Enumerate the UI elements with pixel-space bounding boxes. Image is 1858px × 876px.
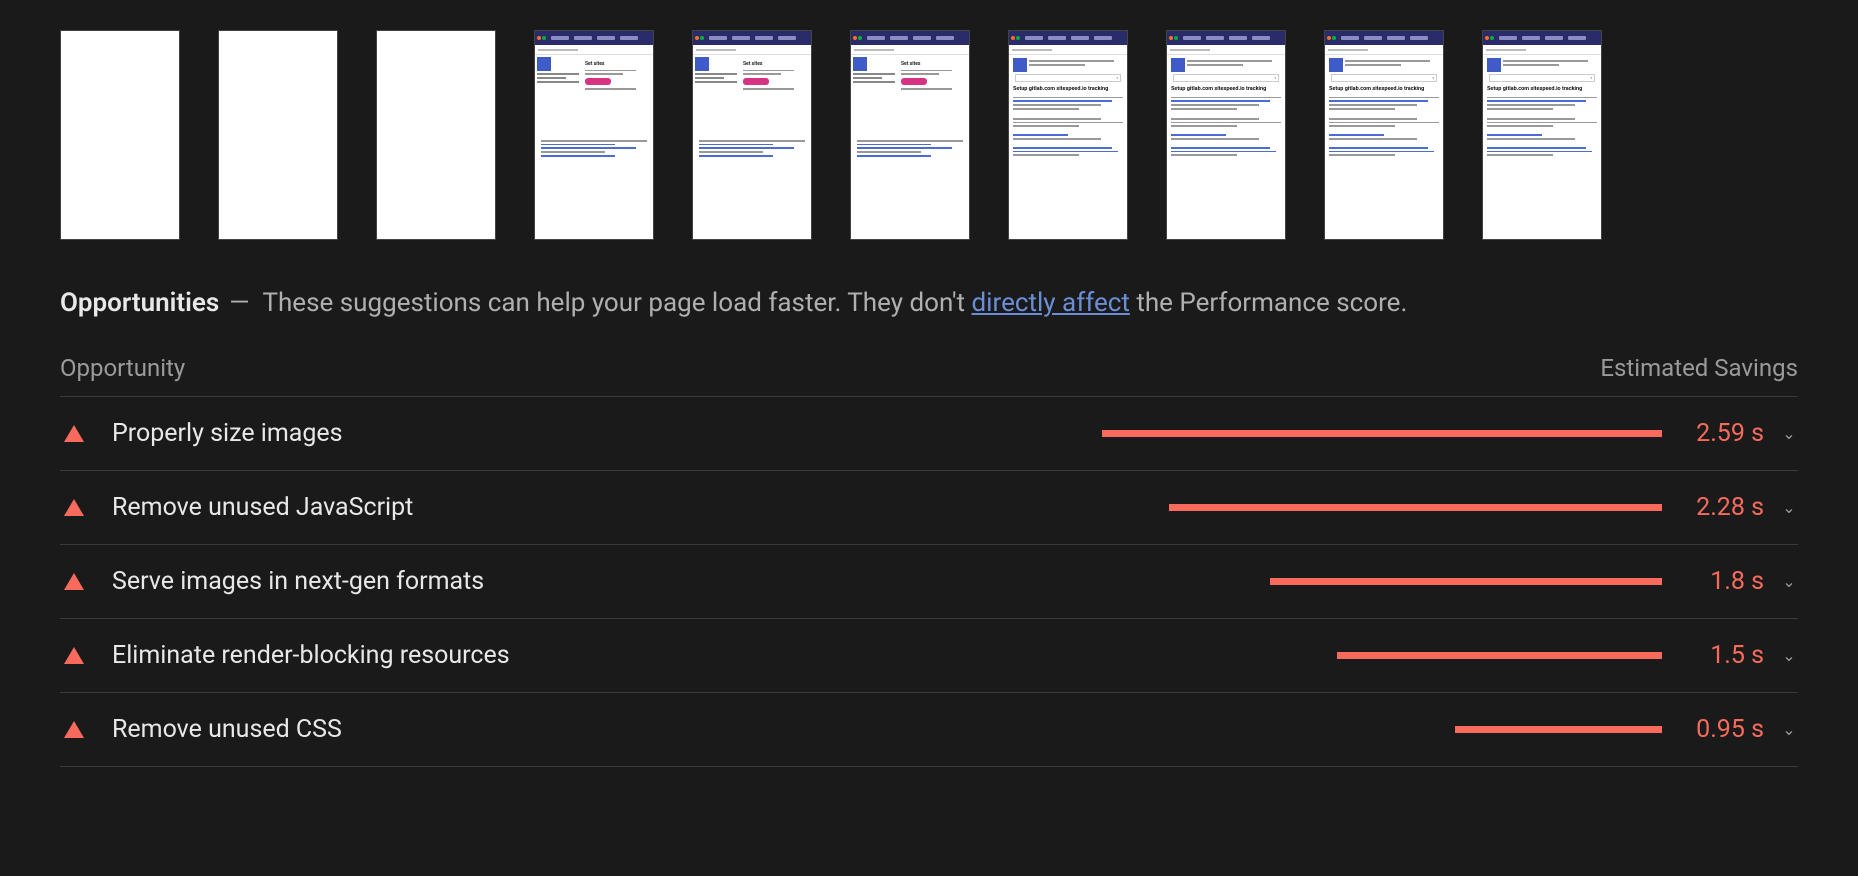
- chevron-down-icon[interactable]: ⌄: [1780, 646, 1798, 665]
- col-savings: Estimated Savings: [1600, 354, 1798, 382]
- savings-bar: [1455, 726, 1662, 733]
- filmstrip: Set sites Set sites Set sites Setup gitlab.…: [60, 30, 1798, 240]
- opportunity-row[interactable]: Eliminate render-blocking resources 1.5 s…: [60, 619, 1798, 693]
- opportunity-label: Eliminate render-blocking resources: [112, 641, 510, 670]
- opportunity-row[interactable]: Serve images in next-gen formats 1.8 s ⌄: [60, 545, 1798, 619]
- opportunity-label: Serve images in next-gen formats: [112, 567, 484, 596]
- warning-triangle-icon: [64, 425, 84, 442]
- directly-affect-link[interactable]: directly affect: [972, 288, 1130, 318]
- savings-bar-track: [1082, 652, 1662, 659]
- warning-triangle-icon: [64, 499, 84, 516]
- opportunity-savings: 1.8 s: [1674, 567, 1764, 596]
- chevron-down-icon[interactable]: ⌄: [1780, 572, 1798, 591]
- opportunities-header: Opportunities — These suggestions can he…: [60, 288, 1798, 318]
- savings-bar: [1169, 504, 1662, 511]
- filmstrip-frame: Set sites: [850, 30, 970, 240]
- filmstrip-frame: Setup gitlab.com sitespeed.io tracking: [1324, 30, 1444, 240]
- opportunity-row[interactable]: Remove unused CSS 0.95 s ⌄: [60, 693, 1798, 767]
- opportunity-savings: 1.5 s: [1674, 641, 1764, 670]
- opportunity-label: Remove unused CSS: [112, 715, 342, 744]
- warning-triangle-icon: [64, 721, 84, 738]
- opportunity-savings: 2.59 s: [1674, 419, 1764, 448]
- opportunity-row[interactable]: Properly size images 2.59 s ⌄: [60, 397, 1798, 471]
- col-opportunity: Opportunity: [60, 354, 185, 382]
- savings-bar: [1102, 430, 1662, 437]
- opportunities-column-header: Opportunity Estimated Savings: [60, 354, 1798, 397]
- savings-bar-track: [1082, 430, 1662, 437]
- opportunities-list: Properly size images2.59 s⌄Remove unused…: [60, 397, 1798, 767]
- filmstrip-frame: Setup gitlab.com sitespeed.io tracking: [1482, 30, 1602, 240]
- filmstrip-frame: [60, 30, 180, 240]
- savings-bar: [1337, 652, 1662, 659]
- chevron-down-icon[interactable]: ⌄: [1780, 498, 1798, 517]
- filmstrip-frame: [218, 30, 338, 240]
- savings-bar-track: [1082, 578, 1662, 585]
- opportunity-savings: 0.95 s: [1674, 715, 1764, 744]
- chevron-down-icon[interactable]: ⌄: [1780, 720, 1798, 739]
- opportunity-row[interactable]: Remove unused JavaScript 2.28 s ⌄: [60, 471, 1798, 545]
- savings-bar-track: [1082, 504, 1662, 511]
- opportunity-savings: 2.28 s: [1674, 493, 1764, 522]
- filmstrip-frame: Setup gitlab.com sitespeed.io tracking: [1008, 30, 1128, 240]
- opportunity-label: Remove unused JavaScript: [112, 493, 413, 522]
- filmstrip-frame: Set sites: [692, 30, 812, 240]
- warning-triangle-icon: [64, 647, 84, 664]
- filmstrip-frame: [376, 30, 496, 240]
- savings-bar-track: [1082, 726, 1662, 733]
- filmstrip-frame: Set sites: [534, 30, 654, 240]
- savings-bar: [1270, 578, 1662, 585]
- chevron-down-icon[interactable]: ⌄: [1780, 424, 1798, 443]
- filmstrip-frame: Setup gitlab.com sitespeed.io tracking: [1166, 30, 1286, 240]
- warning-triangle-icon: [64, 573, 84, 590]
- opportunity-label: Properly size images: [112, 419, 343, 448]
- opportunities-title: Opportunities: [60, 288, 219, 318]
- opportunities-desc: — These suggestions can help your page l…: [229, 288, 1407, 318]
